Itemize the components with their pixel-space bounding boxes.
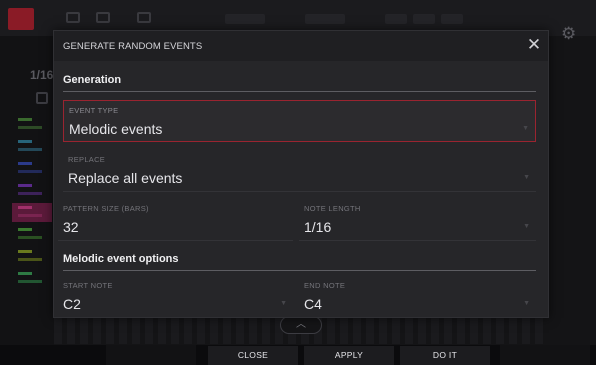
gear-icon: ⚙ [561, 24, 577, 43]
chevron-down-icon: ▼ [280, 300, 287, 307]
chevron-up-icon[interactable]: ︿ [280, 316, 322, 334]
chevron-down-icon: ▼ [523, 223, 530, 230]
toolbar-icon [96, 12, 110, 23]
pattern-size-label: PATTERN SIZE (BARS) [63, 204, 149, 213]
field-divider [299, 240, 536, 241]
footer-slot [106, 345, 196, 365]
resolution-readout: 1/16 [30, 68, 54, 82]
toolbar-icon [137, 12, 151, 23]
event-type-label: EVENT TYPE [69, 106, 119, 115]
section-title-melodic-options: Melodic event options [63, 253, 179, 265]
section-divider [63, 91, 536, 92]
field-divider [63, 191, 536, 192]
logo-icon [8, 8, 34, 30]
end-note-value: C4 [304, 296, 322, 312]
background-track [12, 203, 52, 222]
background-track [12, 247, 52, 266]
close-button[interactable]: CLOSE [208, 346, 298, 365]
note-length-label: NOTE LENGTH [304, 204, 361, 213]
end-note-select[interactable]: END NOTE C4 ▼ [299, 276, 536, 318]
square-icon [36, 92, 48, 104]
note-length-select[interactable]: NOTE LENGTH 1/16 ▼ [299, 199, 536, 241]
pattern-size-value: 32 [63, 219, 79, 235]
pattern-size-field[interactable]: PATTERN SIZE (BARS) 32 [58, 199, 293, 241]
background-track [12, 225, 52, 244]
chevron-down-icon: ▼ [523, 300, 530, 307]
background-track [12, 115, 52, 134]
footer-slot [500, 345, 590, 365]
toolbar-field [385, 14, 407, 24]
generate-random-events-dialog: GENERATE RANDOM EVENTS ✕ Generation EVEN… [53, 30, 549, 318]
replace-label: REPLACE [68, 155, 106, 164]
start-note-label: START NOTE [63, 281, 113, 290]
start-note-value: C2 [63, 296, 81, 312]
event-type-value: Melodic events [69, 121, 163, 137]
replace-value: Replace all events [68, 170, 183, 186]
background-track [12, 181, 52, 200]
background-track [12, 137, 52, 156]
dialog-title: GENERATE RANDOM EVENTS [63, 41, 203, 52]
replace-select[interactable]: REPLACE Replace all events ▼ [63, 150, 536, 192]
note-length-value: 1/16 [304, 219, 332, 235]
event-type-select[interactable]: EVENT TYPE Melodic events ▼ [63, 100, 536, 142]
toolbar-field [305, 14, 345, 24]
app-window: ⚙ 1/16 ︿ GENERATE RANDOM EVENTS ✕ Genera… [0, 0, 596, 365]
dialog-header: GENERATE RANDOM EVENTS ✕ [54, 31, 548, 61]
chevron-down-icon: ▼ [523, 174, 530, 181]
field-divider [58, 240, 293, 241]
toolbar-field [413, 14, 435, 24]
apply-button[interactable]: APPLY [304, 346, 394, 365]
section-divider [63, 270, 536, 271]
background-track [12, 269, 52, 288]
chevron-down-icon: ▼ [522, 125, 529, 132]
background-track-list [0, 36, 54, 346]
toolbar-icon [66, 12, 80, 23]
do-it-button[interactable]: DO IT [400, 346, 490, 365]
background-track [12, 159, 52, 178]
section-title-generation: Generation [63, 74, 122, 86]
toolbar-field [441, 14, 463, 24]
close-icon[interactable]: ✕ [524, 35, 544, 55]
end-note-label: END NOTE [304, 281, 346, 290]
start-note-select[interactable]: START NOTE C2 ▼ [58, 276, 293, 318]
toolbar-field [225, 14, 265, 24]
